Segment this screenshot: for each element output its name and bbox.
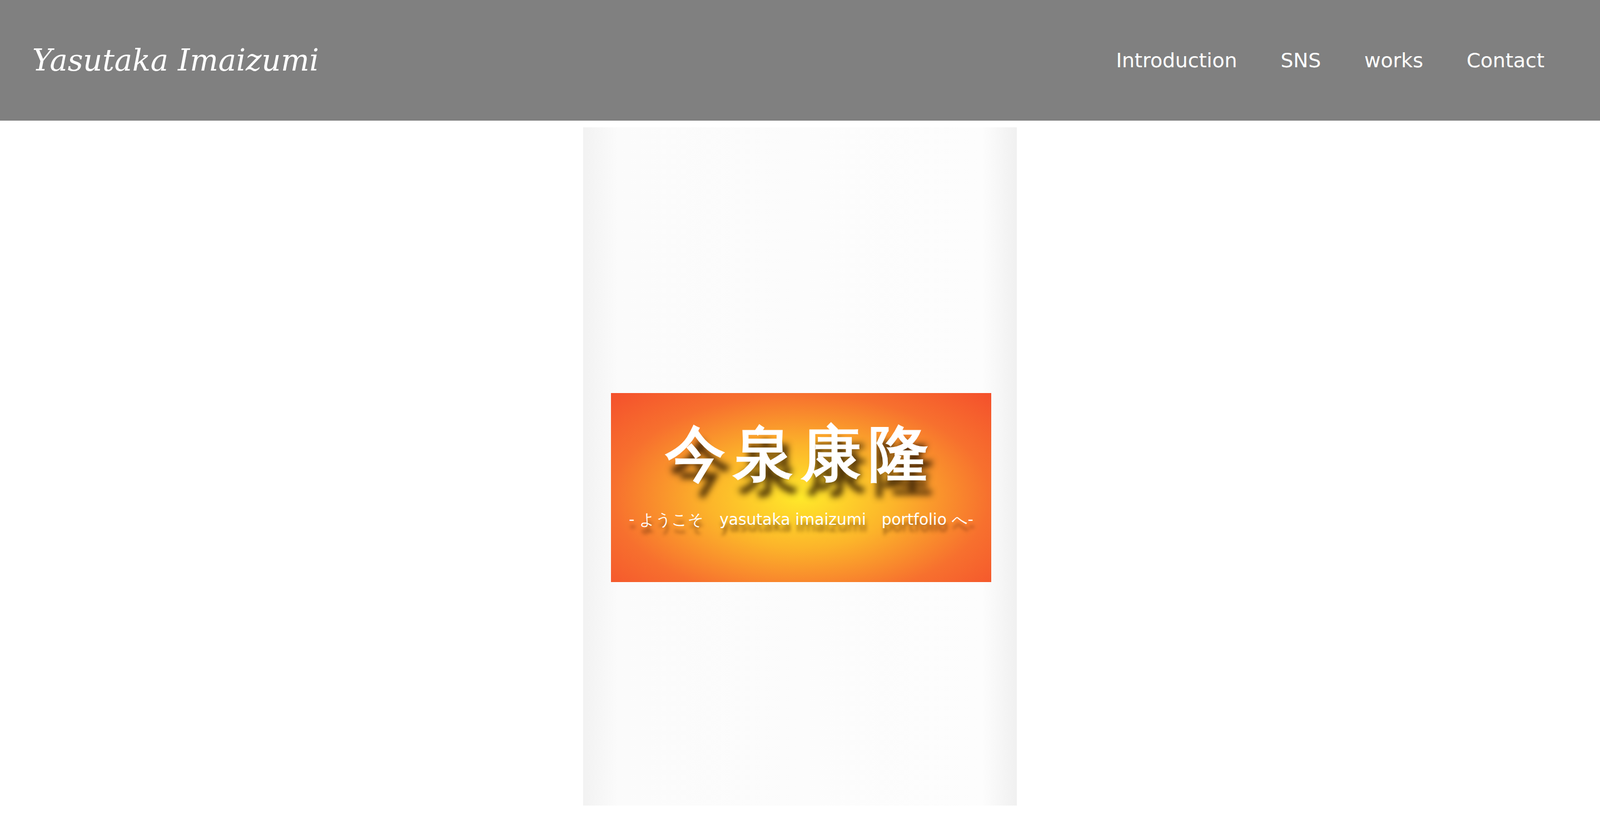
title-banner: 今泉康隆 - ようこそ yasutaka imaizumi portfolio へ…	[610, 393, 992, 583]
hero-title: 今泉康隆	[665, 420, 937, 488]
site-logo[interactable]: Yasutaka Imaizumi	[32, 42, 320, 78]
nav-link[interactable]: SNS	[1280, 48, 1321, 72]
calligraphy-photo: 今泉康隆 - ようこそ yasutaka imaizumi portfolio へ…	[583, 127, 1017, 806]
nav-link[interactable]: works	[1364, 48, 1424, 72]
hero-subtitle: - ようこそ yasutaka imaizumi portfolio へ-	[628, 509, 974, 531]
main-nav: Introduction SNS works Contact	[1115, 48, 1545, 72]
page: Yasutaka Imaizumi Introduction SNS works Con…	[0, 0, 1600, 815]
nav-link[interactable]: Introduction	[1115, 48, 1237, 72]
nav-link[interactable]: Contact	[1466, 48, 1545, 72]
hero: 今泉康隆 - ようこそ yasutaka imaizumi portfolio へ…	[0, 120, 1600, 806]
site-header: Yasutaka Imaizumi Introduction SNS works Con…	[0, 0, 1600, 121]
